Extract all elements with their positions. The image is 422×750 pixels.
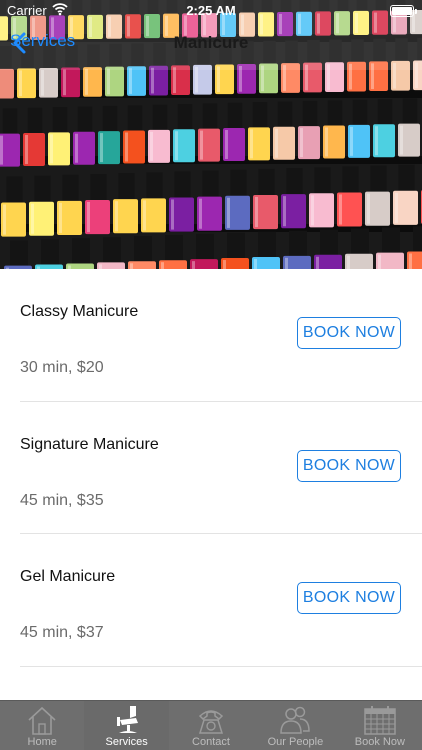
book-now-button[interactable]: BOOK NOW: [297, 449, 401, 482]
polish-bottle: [221, 232, 249, 269]
polish-bottle: [85, 173, 110, 235]
polish-bottle: [57, 174, 82, 235]
list-item: Gel Manicure 45 min, $37 BOOK NOW: [20, 534, 422, 667]
polish-bottle: [298, 100, 320, 160]
polish-bottle: [123, 105, 145, 164]
tab-home[interactable]: Home: [0, 701, 84, 750]
tab-services[interactable]: Services: [84, 701, 169, 750]
polish-bottle: [97, 237, 125, 269]
polish-bottle: [393, 164, 418, 225]
phone-icon: [198, 710, 224, 734]
service-name: Gel Manicure: [20, 568, 116, 585]
tab-contact[interactable]: Contact: [169, 701, 253, 750]
tab-label: Book Now: [354, 736, 405, 748]
polish-bottle: [283, 230, 311, 269]
polish-bottle: [248, 102, 270, 161]
polish-bottle: [169, 171, 194, 232]
polish-bottle: [190, 233, 218, 269]
tab-label: Contact: [192, 736, 230, 748]
status-bar: Carrier 2:25 AM: [0, 0, 422, 22]
tab-label: Home: [27, 736, 57, 748]
polish-bottle: [345, 228, 373, 269]
polish-bottle: [48, 107, 70, 166]
navigation-bar: Services Manicure: [0, 22, 422, 66]
service-details: 45 min, $35: [20, 491, 104, 509]
tab-label: Our People: [267, 736, 324, 748]
polish-bottle: [197, 170, 222, 231]
polish-bottle: [252, 231, 280, 269]
polish-bottle: [0, 108, 20, 167]
polish-bottle: [141, 172, 166, 233]
book-now-button[interactable]: BOOK NOW: [297, 582, 401, 614]
page-title: Manicure: [173, 33, 249, 52]
list-item: Signature Manicure 45 min, $35 BOOK NOW: [20, 402, 422, 534]
polish-bottle: [98, 105, 120, 165]
people-icon: [280, 706, 311, 734]
polish-bottle: [23, 107, 45, 166]
tab-label: Services: [105, 736, 148, 748]
tab-book-now[interactable]: Book Now: [338, 701, 422, 750]
service-details: 30 min, $20: [20, 359, 104, 376]
polish-bottle: [273, 101, 295, 160]
polish-bottle: [376, 227, 404, 269]
tab-bar: Home Services Contact Our People Book No…: [0, 700, 422, 750]
polish-bottle: [281, 168, 306, 229]
salon-chair-icon: [116, 706, 138, 733]
polish-bottle: [398, 98, 420, 157]
polish-bottle: [198, 103, 220, 162]
polish-bottle: [4, 240, 32, 269]
polish-bottle: [253, 168, 278, 230]
book-now-button[interactable]: BOOK NOW: [297, 317, 401, 349]
polish-bottle: [225, 169, 250, 230]
polish-bottle: [66, 238, 94, 269]
service-name: Signature Manicure: [20, 435, 159, 453]
hero-image: Carrier 2:25 AM Services Manicure: [0, 0, 422, 269]
polish-bottle: [29, 175, 54, 236]
polish-bottle: [365, 165, 390, 226]
polish-bottle: [173, 104, 195, 163]
service-details: 45 min, $37: [20, 624, 104, 641]
polish-bottle: [309, 167, 334, 228]
service-list: Classy Manicure 30 min, $20 BOOK NOW Sig…: [0, 269, 422, 667]
polish-bottle: [407, 226, 422, 269]
polish-bottle: [337, 166, 362, 227]
polish-bottle: [35, 239, 63, 269]
polish-bottle: [373, 99, 395, 158]
polish-bottle: [223, 102, 245, 161]
service-name: Classy Manicure: [20, 303, 139, 320]
polish-bottle: [128, 236, 156, 269]
polish-bottle: [314, 229, 342, 269]
polish-bottle: [73, 106, 95, 165]
home-icon: [28, 706, 56, 735]
polish-bottle: [159, 235, 187, 269]
polish-bottle: [1, 176, 26, 237]
polish-bottle: [348, 99, 370, 158]
polish-bottle: [323, 100, 345, 159]
polish-bottle: [113, 173, 138, 234]
calendar-icon: [364, 706, 396, 735]
battery-icon: [390, 5, 417, 17]
tab-our-people[interactable]: Our People: [253, 701, 337, 750]
list-item: Classy Manicure 30 min, $20 BOOK NOW: [20, 269, 422, 402]
clock: 2:25 AM: [186, 3, 236, 18]
polish-bottle: [148, 104, 170, 163]
